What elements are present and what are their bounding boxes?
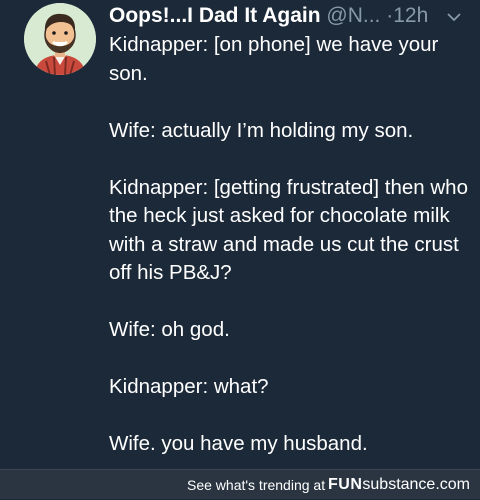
tweet-line: Kidnapper: [on phone] we have your son. bbox=[109, 33, 439, 85]
tweet: Oops!...I Dad It Again @N... ·12h Kidnap… bbox=[0, 0, 480, 468]
tweet-line: Kidnapper: what? bbox=[109, 375, 269, 398]
watermark-footer: See what's trending at FUNsubstance.com bbox=[0, 469, 480, 499]
display-name[interactable]: Oops!...I Dad It Again bbox=[109, 4, 321, 27]
tweet-line: Wife. you have my husband. bbox=[109, 432, 368, 455]
user-handle[interactable]: @N... bbox=[326, 4, 380, 27]
tweet-header: Oops!...I Dad It Again @N... ·12h bbox=[109, 2, 474, 30]
funsubstance-logo[interactable]: FUNsubstance.com bbox=[328, 470, 470, 500]
brand-bold: FUN bbox=[328, 476, 363, 493]
brand-rest: substance.com bbox=[362, 476, 470, 493]
tweet-line: Wife: actually I’m holding my son. bbox=[109, 118, 414, 142]
tweet-body: Kidnapper: [on phone] we have your son. … bbox=[109, 31, 469, 459]
cartoon-dad-avatar bbox=[24, 3, 96, 75]
timestamp[interactable]: 12h bbox=[393, 4, 428, 27]
trending-text: See what's trending at bbox=[187, 477, 326, 493]
tweet-line: Wife: oh god. bbox=[109, 318, 230, 341]
avatar[interactable] bbox=[24, 3, 96, 75]
tweet-line: Kidnapper: [getting frustrated] then who… bbox=[109, 175, 468, 285]
chevron-down-icon[interactable] bbox=[446, 9, 462, 25]
